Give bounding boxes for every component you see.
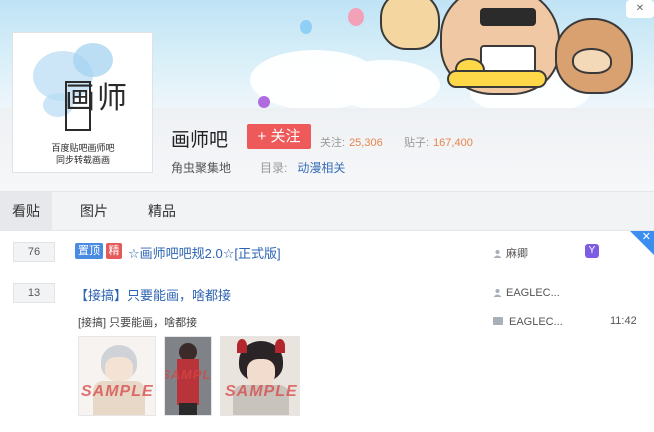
catalog-link[interactable]: 动漫相关 [297, 161, 345, 175]
follow-count: 关注: 25,306 [320, 134, 383, 150]
avatar-big-text: 画师 [65, 81, 129, 116]
post-count: 贴子: 167,400 [404, 134, 473, 150]
vip-badge: Y [585, 244, 599, 258]
user-icon [493, 249, 502, 258]
sample-watermark: SAMPLE [81, 383, 154, 400]
featured-badge: 精 [106, 243, 122, 259]
sample-watermark: SAMPLE [225, 383, 298, 400]
catalog-label: 目录: [260, 161, 288, 175]
close-icon[interactable]: ✕ [642, 230, 651, 243]
follow-count-value: 25,306 [349, 137, 383, 149]
reply-count: 13 [13, 283, 55, 303]
follow-button[interactable]: + 关注 [247, 124, 311, 149]
post-count-value: 167,400 [433, 137, 473, 149]
post-count-label: 贴子: [404, 137, 430, 149]
tab-featured[interactable]: 精品 [136, 192, 188, 231]
last-reply-time: 11:42 [610, 315, 637, 327]
thread-title[interactable]: 【接搞】只要能画，啥都接 [75, 285, 231, 304]
thread-author-name: EAGLEC... [506, 287, 560, 299]
thread-thumbnail[interactable]: SAMPLE [220, 336, 300, 416]
tab-posts[interactable]: 看贴 [0, 192, 52, 231]
user-icon [493, 288, 502, 297]
avatar-slogan-2: 同步转载画画 [55, 156, 110, 166]
thread-title[interactable]: ☆画师吧吧规2.0☆[正式版] [128, 243, 281, 262]
thread-abstract: [接搞] 只要能画，啥都接 [78, 317, 198, 329]
tab-images[interactable]: 图片 [68, 192, 120, 231]
tab-bar: 看贴 图片 精品 [0, 192, 654, 231]
forum-avatar: 画师 百度贴吧画师吧 同步转载画画 [12, 32, 153, 173]
thread-author[interactable]: 麻卿 [493, 245, 528, 261]
follow-count-label: 关注: [320, 137, 346, 149]
forum-name[interactable]: 画师吧 [171, 125, 228, 152]
thread-thumbnail[interactable]: SAMPLE [78, 336, 156, 416]
last-reply-author[interactable]: EAGLEC... [493, 316, 563, 328]
forum-description: 角虫聚集地 [171, 161, 232, 175]
forum-catalog: 目录: 动漫相关 [260, 159, 345, 176]
sample-watermark: SAMPLE [164, 367, 212, 382]
pinned-badge: 置顶 [75, 243, 103, 259]
last-reply-author-name: EAGLEC... [509, 316, 563, 328]
reply-count: 76 [13, 242, 55, 262]
reply-icon [493, 317, 503, 325]
thread-author[interactable]: EAGLEC... [493, 287, 560, 299]
thread-author-name: 麻卿 [506, 248, 528, 260]
thread-thumbnail[interactable]: SAMPLE [164, 336, 212, 416]
